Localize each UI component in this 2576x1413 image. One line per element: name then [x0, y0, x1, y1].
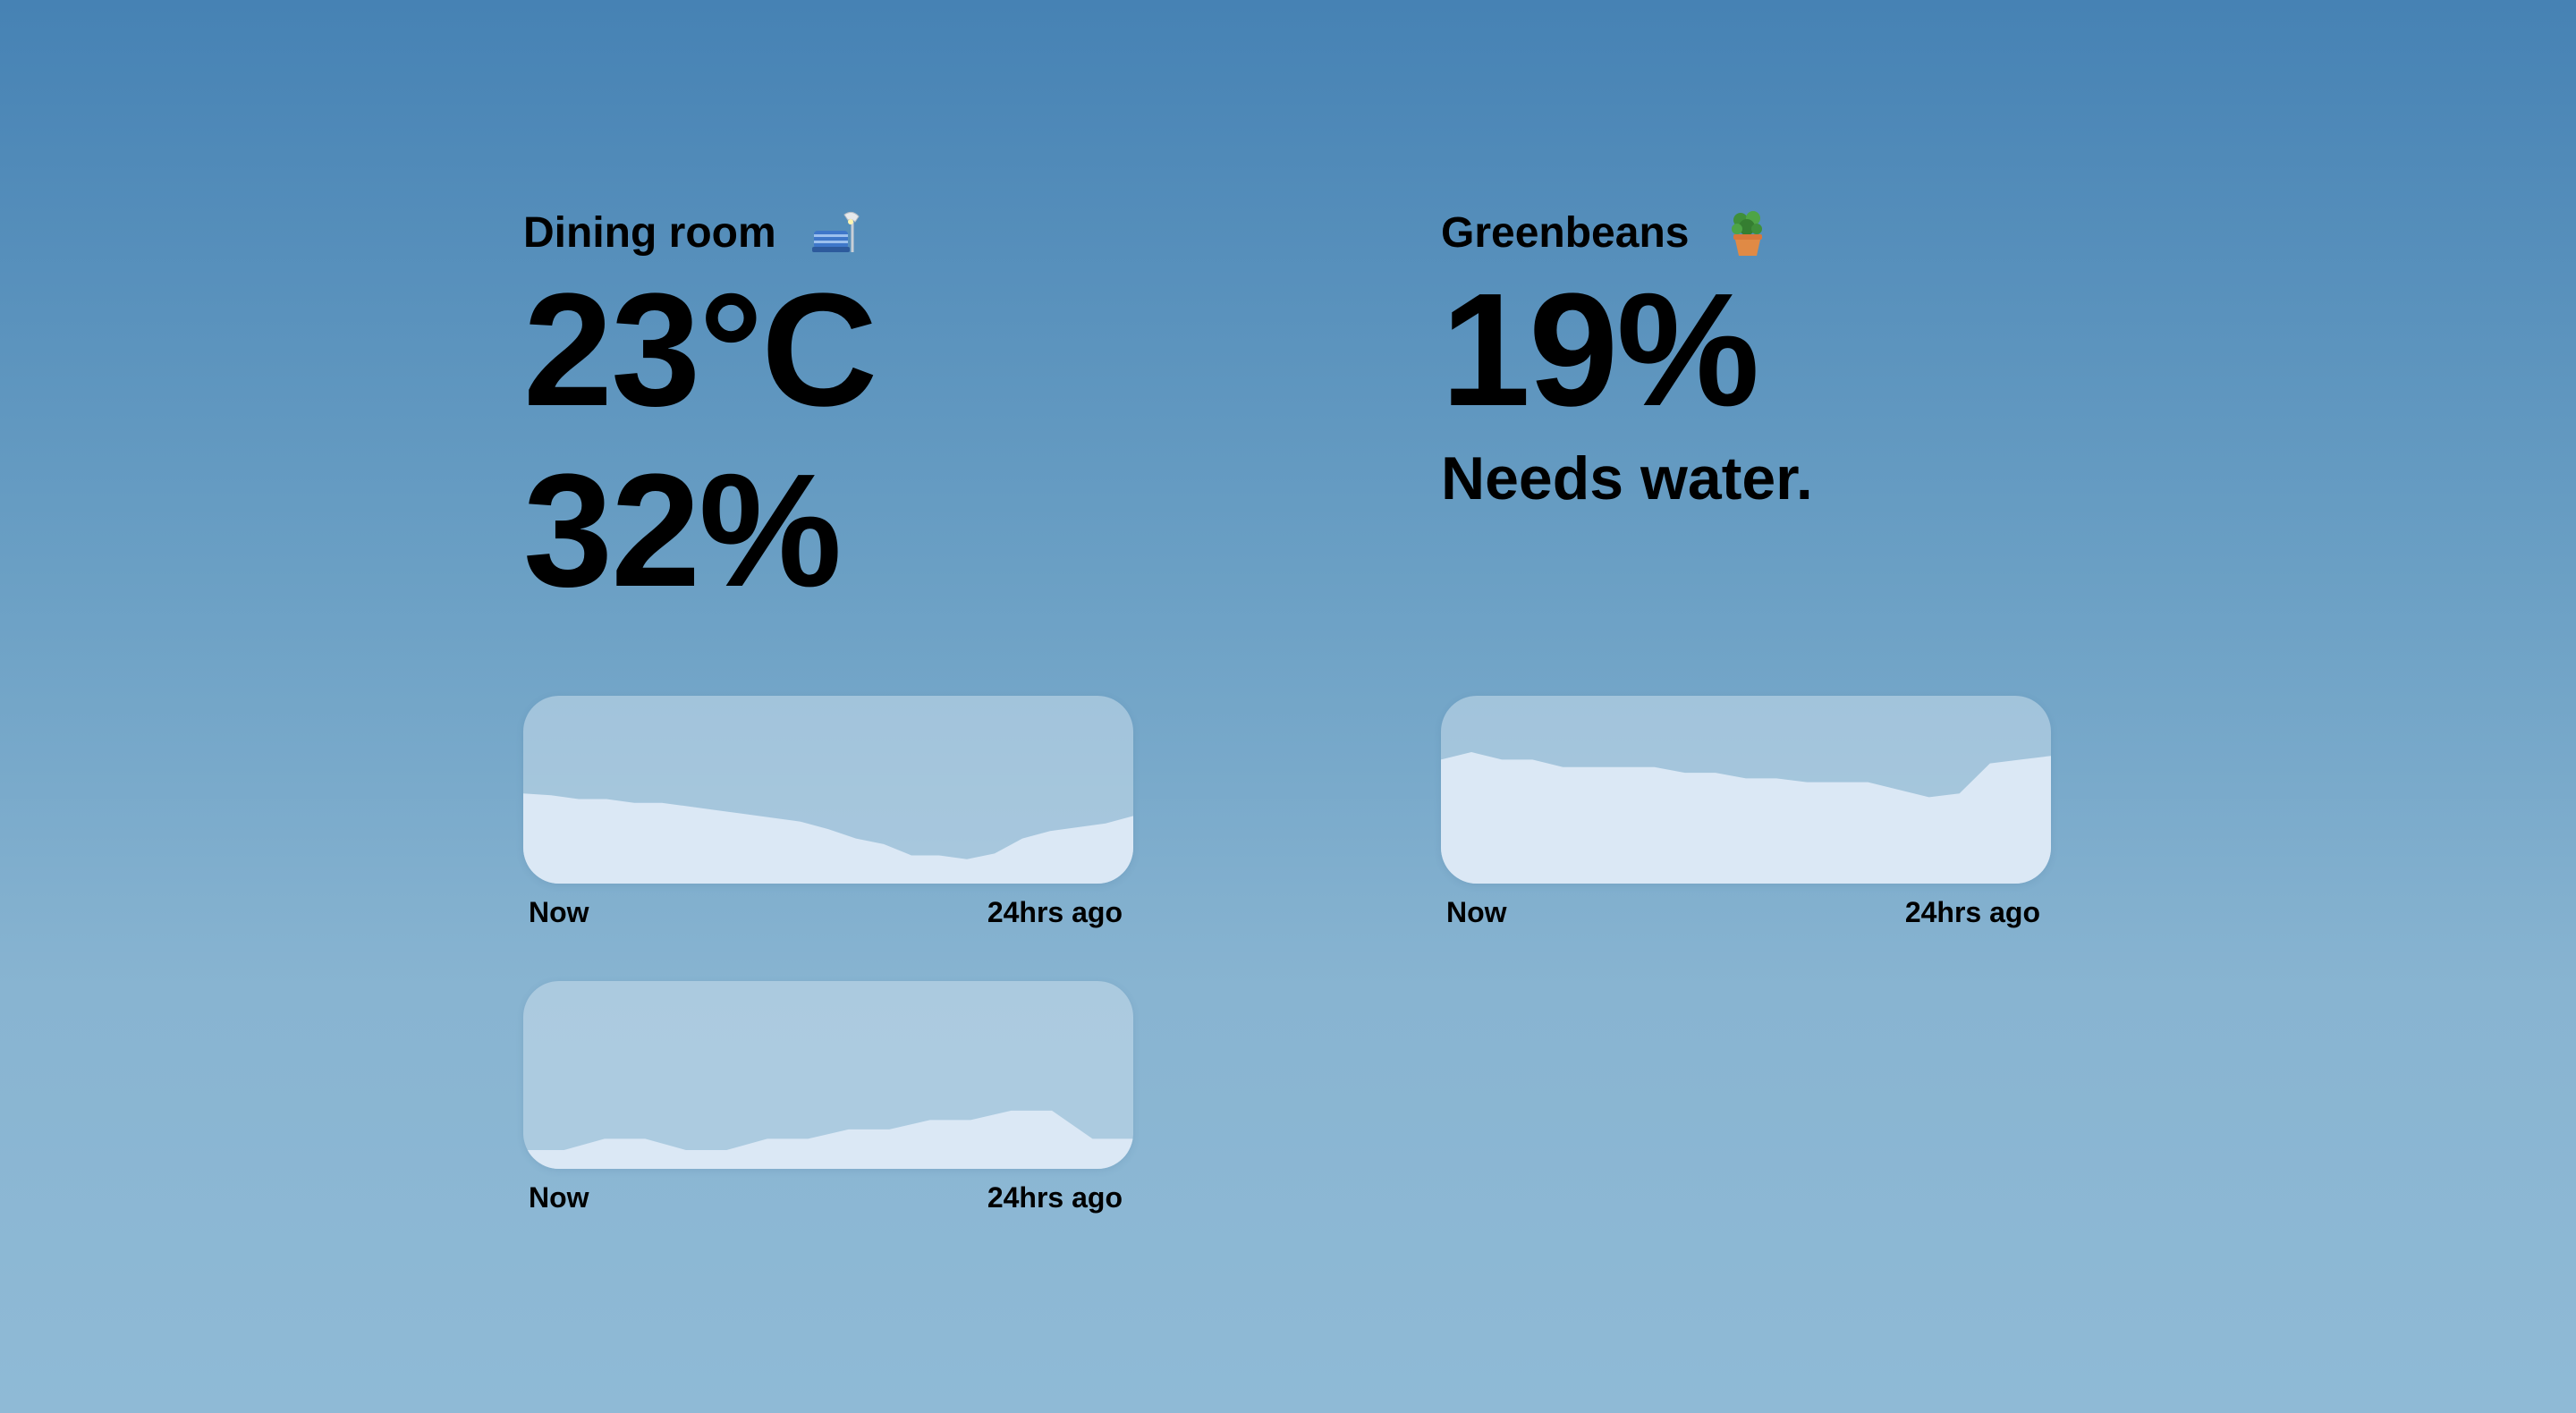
- chart-start-label: Now: [1446, 896, 1507, 928]
- temperature-sparkline: [523, 793, 1133, 884]
- dining-room-panel: Dining room 23°C 32%: [523, 206, 1140, 621]
- chart-axis-labels: Now 24hrs ago: [523, 884, 1133, 929]
- moisture-chart: [1441, 696, 2051, 884]
- chart-end-label: 24hrs ago: [1904, 896, 2040, 928]
- plant-title: Greenbeans: [1441, 208, 1690, 257]
- humidity-chart-block: Now 24hrs ago: [523, 981, 1133, 1214]
- humidity-chart: [523, 981, 1133, 1169]
- temperature-chart-block: Now 24hrs ago: [523, 696, 1133, 929]
- plant-status: Needs water.: [1441, 444, 1813, 512]
- room-title: Dining room: [523, 208, 776, 257]
- chart-end-label: 24hrs ago: [987, 896, 1123, 928]
- room-title-row: Dining room: [523, 206, 1140, 259]
- humidity-value: 32%: [523, 441, 842, 621]
- temperature-chart: [523, 696, 1133, 884]
- chart-start-label: Now: [529, 896, 589, 928]
- moisture-chart-block: Now 24hrs ago: [1441, 696, 2051, 929]
- moisture-value: 19%: [1441, 260, 1759, 440]
- chart-axis-labels: Now 24hrs ago: [523, 1169, 1133, 1214]
- temperature-value: 23°C: [523, 260, 877, 440]
- moisture-sparkline: [1441, 752, 2051, 884]
- potted-plant-icon: [1723, 207, 1773, 258]
- room-title-row: Greenbeans: [1441, 206, 2058, 259]
- chart-start-label: Now: [529, 1181, 589, 1214]
- couch-lamp-icon: [810, 207, 860, 258]
- humidity-sparkline: [523, 1110, 1133, 1169]
- greenbeans-panel: Greenbeans 19% Needs water.: [1441, 206, 2058, 513]
- chart-end-label: 24hrs ago: [987, 1181, 1123, 1214]
- chart-axis-labels: Now 24hrs ago: [1441, 884, 2051, 929]
